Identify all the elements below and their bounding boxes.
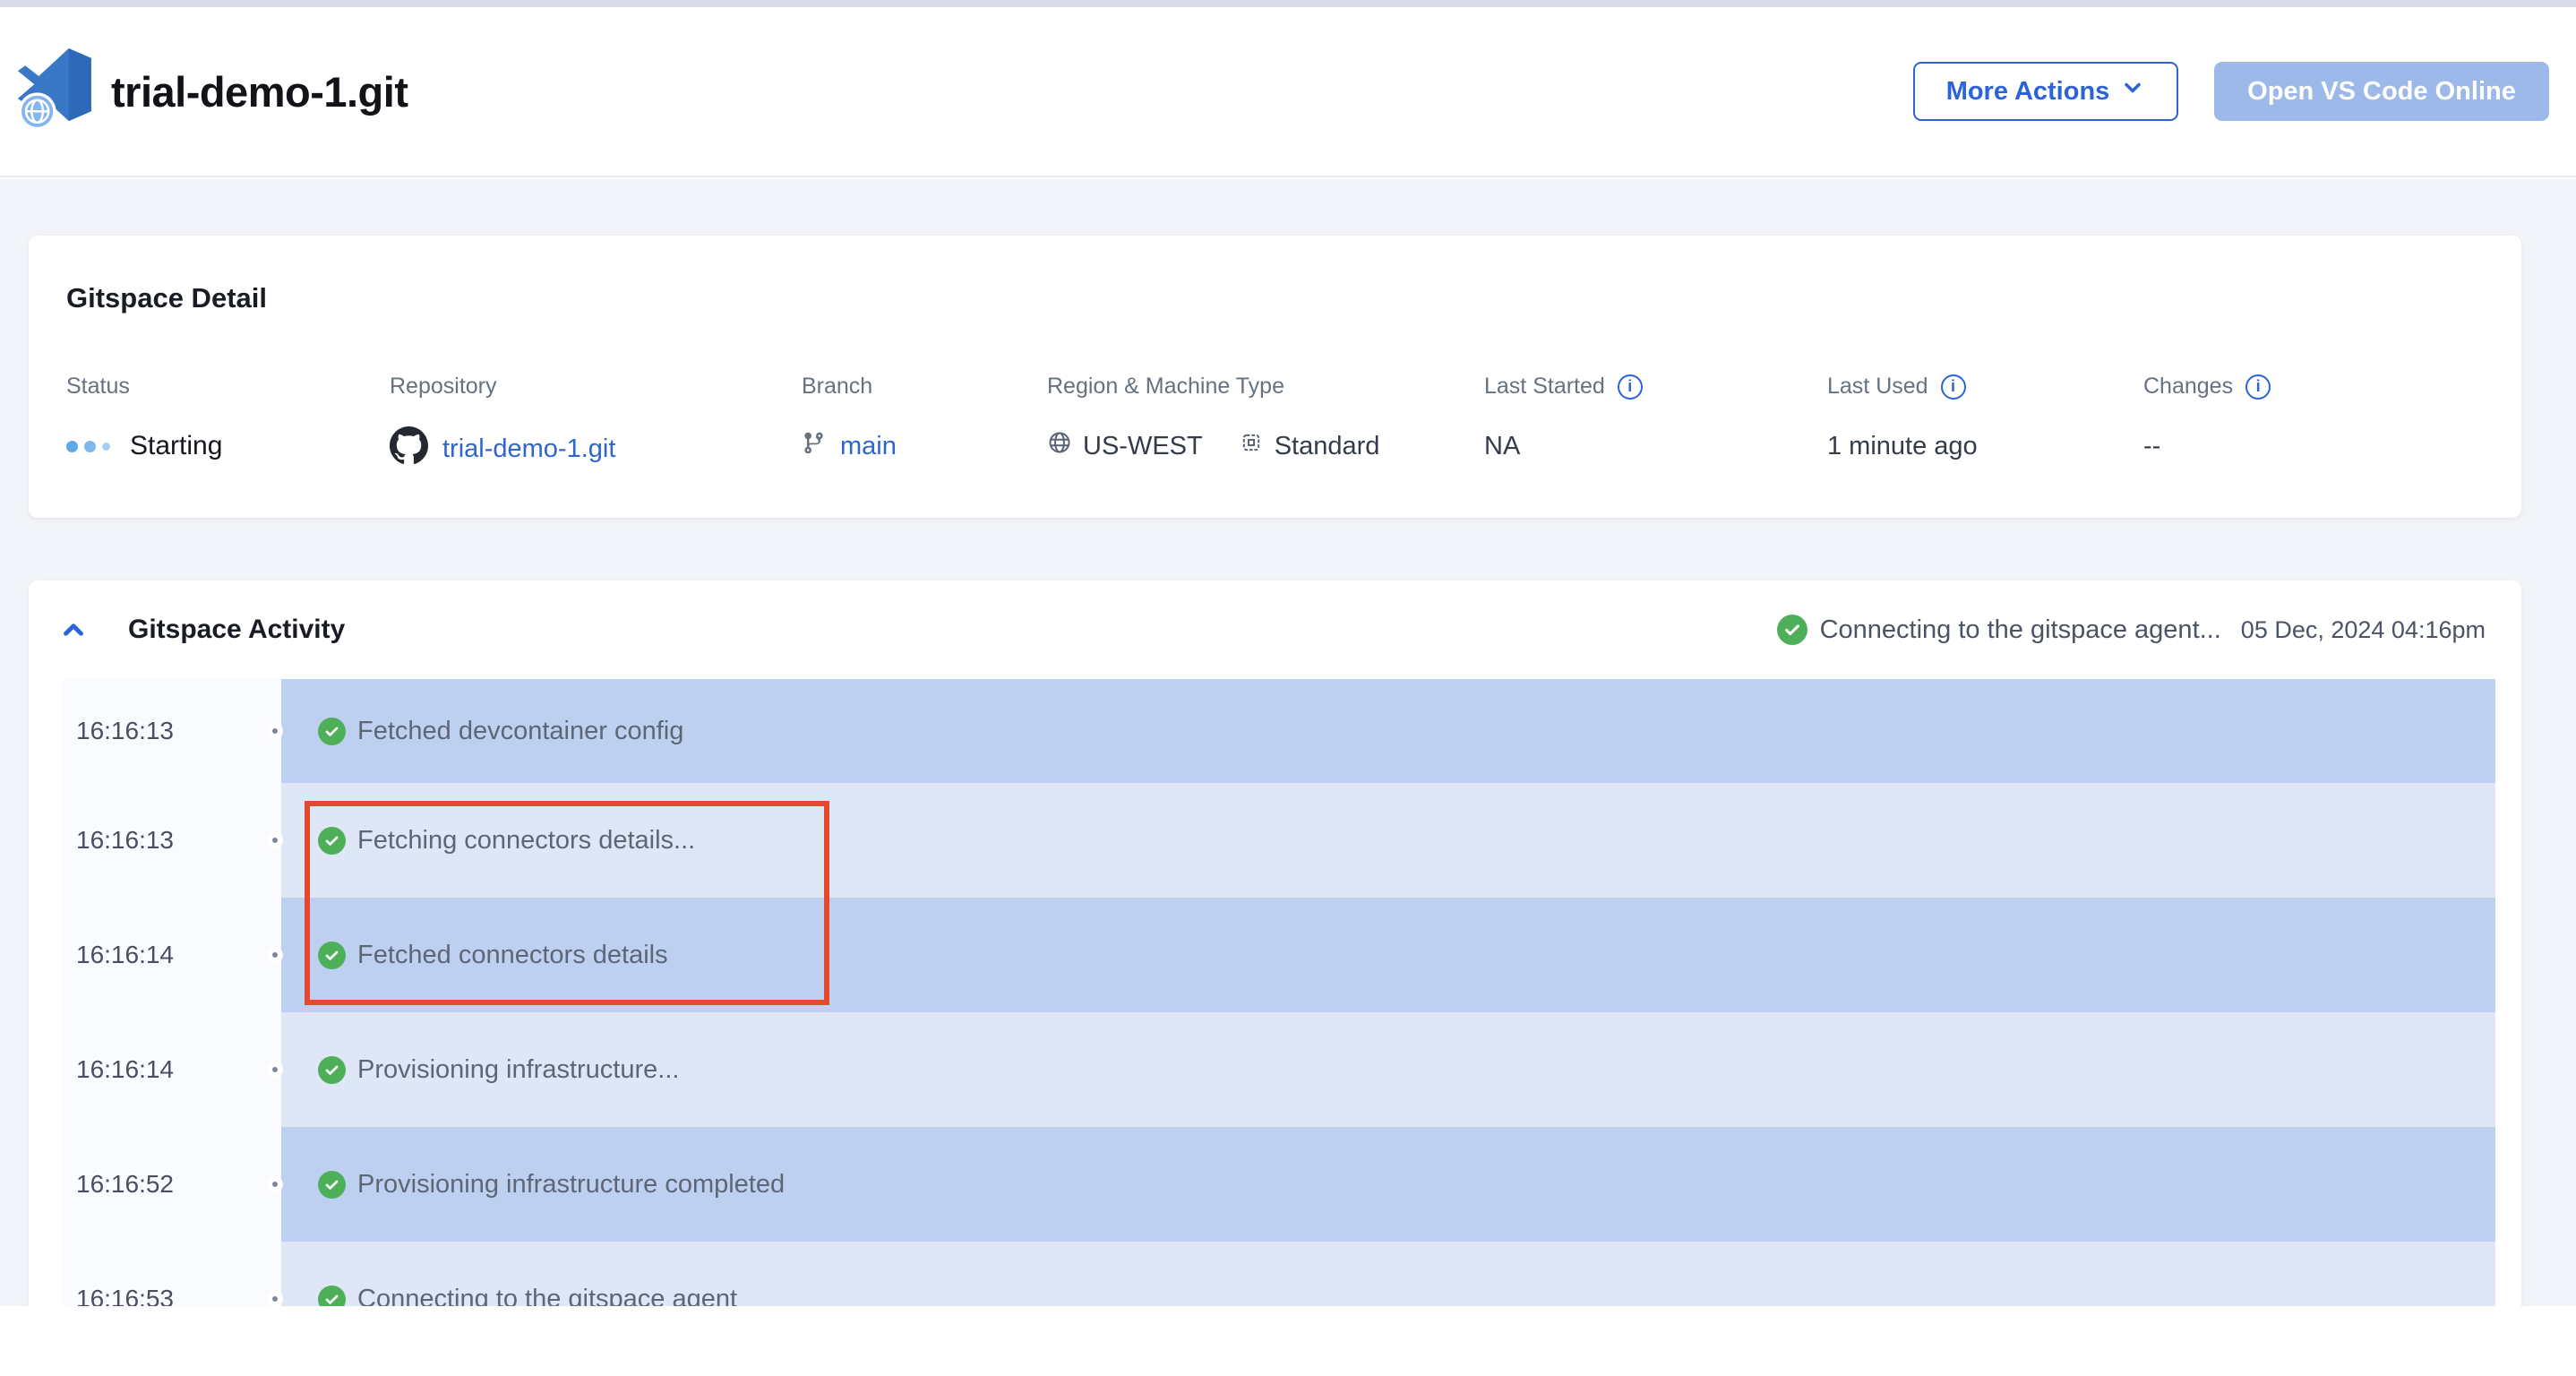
log-content: Connecting to the gitspace agent — [281, 1242, 2495, 1306]
log-time: 16:16:53 — [63, 1285, 174, 1306]
log-time: 16:16:14 — [63, 941, 174, 969]
last-used-label: Last Used — [1827, 374, 1928, 400]
activity-log: 16:16:13 Fetched devcontainer config 16:… — [63, 679, 2495, 1306]
branch-label: Branch — [802, 374, 1047, 400]
log-time-gutter: 16:16:53 — [63, 1242, 281, 1306]
repository-link[interactable]: trial-demo-1.git — [442, 434, 615, 464]
region-machine-label: Region & Machine Type — [1047, 374, 1484, 400]
collapse-chevron-up-icon[interactable] — [58, 615, 89, 645]
success-check-icon — [318, 1056, 346, 1084]
last-started-label: Last Started — [1484, 374, 1605, 400]
log-message: Fetching connectors details... — [357, 826, 695, 856]
log-content: Fetched devcontainer config — [281, 679, 2495, 783]
timeline-bullet-icon — [267, 947, 283, 963]
gitspace-activity-title: Gitspace Activity — [128, 615, 345, 645]
log-time-gutter: 16:16:52 — [63, 1127, 281, 1242]
success-check-icon — [318, 1171, 346, 1199]
log-message: Fetched connectors details — [357, 941, 668, 970]
success-check-icon — [318, 942, 346, 969]
timeline-bullet-icon — [267, 832, 283, 848]
vscode-web-logo-icon — [16, 48, 91, 135]
app-header: trial-demo-1.git More Actions Open VS Co… — [0, 7, 2576, 177]
info-icon[interactable]: i — [2245, 374, 2271, 400]
status-loading-dots-icon — [66, 441, 110, 452]
below-fold-area — [0, 1306, 2576, 1376]
info-icon[interactable]: i — [1941, 374, 1966, 400]
log-message: Fetched devcontainer config — [357, 717, 683, 746]
log-time-gutter: 16:16:13 — [63, 783, 281, 898]
log-message: Provisioning infrastructure... — [357, 1055, 679, 1085]
browser-chrome-strip — [0, 0, 2576, 7]
log-message: Connecting to the gitspace agent — [357, 1285, 737, 1307]
open-vscode-online-label: Open VS Code Online — [2247, 77, 2516, 107]
repository-label: Repository — [390, 374, 802, 400]
repository-field: Repository trial-demo-1.git — [390, 374, 802, 472]
machine-type-value: Standard — [1275, 432, 1380, 461]
status-label: Status — [66, 374, 390, 400]
log-time: 16:16:14 — [63, 1055, 174, 1084]
page-title: trial-demo-1.git — [111, 67, 408, 116]
globe-icon — [1047, 430, 1072, 462]
changes-value: -- — [2143, 426, 2486, 466]
log-time-gutter: 16:16:14 — [63, 898, 281, 1012]
log-time-gutter: 16:16:14 — [63, 1012, 281, 1127]
log-row: 16:16:13 Fetched devcontainer config — [63, 679, 2495, 783]
changes-field: Changes i -- — [2143, 374, 2486, 472]
timeline-bullet-icon — [267, 1062, 283, 1078]
git-branch-icon — [802, 431, 826, 462]
last-started-field: Last Started i NA — [1484, 374, 1827, 472]
activity-timestamp: 05 Dec, 2024 04:16pm — [2241, 616, 2486, 644]
log-content: Provisioning infrastructure completed — [281, 1127, 2495, 1242]
branch-field: Branch main — [802, 374, 1047, 472]
last-started-value: NA — [1484, 426, 1827, 466]
log-time: 16:16:13 — [63, 826, 174, 855]
log-row: 16:16:52 Provisioning infrastructure com… — [63, 1127, 2495, 1242]
gitspace-detail-card: Gitspace Detail Status Starting Reposito… — [29, 236, 2521, 518]
status-value: Starting — [130, 431, 222, 461]
activity-status-text: Connecting to the gitspace agent... — [1820, 615, 2221, 645]
more-actions-button[interactable]: More Actions — [1913, 62, 2178, 121]
log-time: 16:16:13 — [63, 717, 174, 745]
log-message: Provisioning infrastructure completed — [357, 1170, 785, 1200]
timeline-bullet-icon — [267, 723, 283, 739]
region-value: US-WEST — [1083, 432, 1203, 461]
log-content: Provisioning infrastructure... — [281, 1012, 2495, 1127]
last-used-value: 1 minute ago — [1827, 426, 2143, 466]
log-time-gutter: 16:16:13 — [63, 679, 281, 783]
success-check-icon — [1777, 615, 1807, 645]
gitspace-detail-title: Gitspace Detail — [66, 282, 2486, 314]
log-time: 16:16:52 — [63, 1170, 174, 1199]
success-check-icon — [318, 718, 346, 745]
log-row: 16:16:14 Fetched connectors details — [63, 898, 2495, 1012]
gitspace-activity-card: Gitspace Activity Connecting to the gits… — [29, 580, 2521, 1306]
more-actions-label: More Actions — [1946, 77, 2110, 107]
region-machine-field: Region & Machine Type US-WEST Standard — [1047, 374, 1484, 472]
success-check-icon — [318, 827, 346, 855]
branch-link[interactable]: main — [840, 432, 897, 461]
status-field: Status Starting — [66, 374, 390, 472]
log-content: Fetched connectors details — [281, 898, 2495, 1012]
cpu-chip-icon — [1239, 430, 1264, 462]
log-row: 16:16:13 Fetching connectors details... — [63, 783, 2495, 898]
open-vscode-online-button[interactable]: Open VS Code Online — [2214, 62, 2549, 121]
log-content: Fetching connectors details... — [281, 783, 2495, 898]
changes-label: Changes — [2143, 374, 2233, 400]
info-icon[interactable]: i — [1618, 374, 1643, 400]
log-row: 16:16:14 Provisioning infrastructure... — [63, 1012, 2495, 1127]
success-check-icon — [318, 1286, 346, 1307]
github-icon — [390, 426, 428, 472]
last-used-field: Last Used i 1 minute ago — [1827, 374, 2143, 472]
timeline-bullet-icon — [267, 1176, 283, 1192]
timeline-bullet-icon — [267, 1291, 283, 1306]
log-row: 16:16:53 Connecting to the gitspace agen… — [63, 1242, 2495, 1306]
chevron-down-icon — [2120, 75, 2145, 108]
